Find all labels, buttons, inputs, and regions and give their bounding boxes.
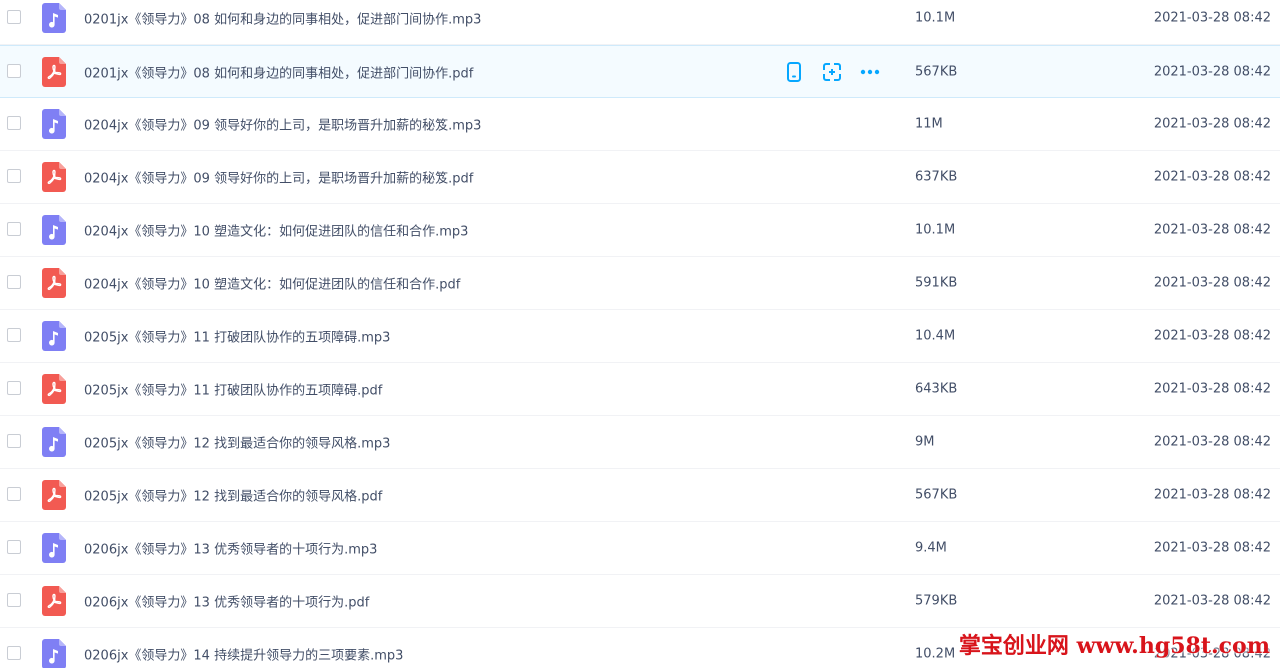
more-icon[interactable] xyxy=(859,61,881,83)
pdf-file-icon xyxy=(42,480,66,510)
row-checkbox[interactable] xyxy=(7,116,21,130)
row-checkbox[interactable] xyxy=(7,275,21,289)
pdf-file-icon xyxy=(42,374,66,404)
file-row[interactable]: 0206jx《领导力》13 优秀领导者的十项行为.mp3 9.4M 2021-03-… xyxy=(0,522,1280,575)
file-name[interactable]: 0204jx《领导力》09 领导好你的上司，是职场晋升加薪的秘笈.mp3 xyxy=(84,115,481,134)
row-checkbox[interactable] xyxy=(7,540,21,554)
file-date: 2021-03-28 08:42 xyxy=(1153,275,1271,291)
file-row[interactable]: 0204jx《领导力》10 塑造文化：如何促进团队的信任和合作.mp3 10.1M… xyxy=(0,204,1280,257)
pdf-file-icon xyxy=(42,268,66,298)
file-name[interactable]: 0201jx《领导力》08 如何和身边的同事相处，促进部门间协作.mp3 xyxy=(84,9,481,28)
file-name[interactable]: 0206jx《领导力》14 持续提升领导力的三项要素.mp3 xyxy=(84,645,403,664)
pdf-file-icon xyxy=(42,586,66,616)
file-row[interactable]: 0205jx《领导力》12 找到最适合你的领导风格.pdf 567KB 2021-0… xyxy=(0,469,1280,522)
file-row[interactable]: 0206jx《领导力》13 优秀领导者的十项行为.pdf 579KB 2021-03… xyxy=(0,575,1280,628)
file-size: 591KB xyxy=(915,275,958,291)
file-size: 10.2M xyxy=(915,646,956,662)
file-row[interactable]: 0205jx《领导力》11 打破团队协作的五项障碍.mp3 10.4M 2021-0… xyxy=(0,310,1280,363)
file-size: 567KB xyxy=(915,64,958,79)
file-row[interactable]: 0204jx《领导力》09 领导好你的上司，是职场晋升加薪的秘笈.mp3 11M 2… xyxy=(0,98,1280,151)
file-date: 2021-03-28 08:42 xyxy=(1153,487,1271,503)
file-date: 2021-03-28 08:42 xyxy=(1153,64,1271,79)
file-size: 9M xyxy=(915,434,935,450)
file-row[interactable]: 0205jx《领导力》11 打破团队协作的五项障碍.pdf 643KB 2021-0… xyxy=(0,363,1280,416)
file-date: 2021-03-28 08:42 xyxy=(1153,222,1271,238)
row-checkbox[interactable] xyxy=(7,328,21,342)
row-checkbox[interactable] xyxy=(7,646,21,660)
mp3-file-icon xyxy=(42,321,66,351)
file-row[interactable]: 0201jx《领导力》08 如何和身边的同事相处，促进部门间协作.pdf 567K… xyxy=(0,45,1280,98)
file-date: 2021-03-28 08:42 xyxy=(1153,169,1271,185)
file-name[interactable]: 0205jx《领导力》12 找到最适合你的领导风格.mp3 xyxy=(84,433,390,452)
mp3-file-icon xyxy=(42,427,66,457)
mp3-file-icon xyxy=(42,639,66,668)
share-link-icon[interactable] xyxy=(821,61,843,83)
mp3-file-icon xyxy=(42,533,66,563)
file-size: 567KB xyxy=(915,487,958,503)
file-name[interactable]: 0206jx《领导力》13 优秀领导者的十项行为.mp3 xyxy=(84,539,377,558)
pdf-file-icon xyxy=(42,162,66,192)
file-row[interactable]: 0205jx《领导力》12 找到最适合你的领导风格.mp3 9M 2021-03-2… xyxy=(0,416,1280,469)
file-name[interactable]: 0204jx《领导力》10 塑造文化：如何促进团队的信任和合作.pdf xyxy=(84,274,460,293)
file-size: 579KB xyxy=(915,593,958,609)
file-size: 10.1M xyxy=(915,222,956,238)
file-name[interactable]: 0205jx《领导力》11 打破团队协作的五项障碍.mp3 xyxy=(84,327,390,346)
row-checkbox[interactable] xyxy=(7,63,21,78)
file-size: 637KB xyxy=(915,169,958,185)
file-size: 643KB xyxy=(915,381,958,397)
file-date: 2021-03-28 08:42 xyxy=(1153,10,1271,26)
file-size: 11M xyxy=(915,116,943,132)
row-checkbox[interactable] xyxy=(7,10,21,24)
file-row[interactable]: 0201jx《领导力》08 如何和身边的同事相处，促进部门间协作.mp3 10.1… xyxy=(0,0,1280,45)
mp3-file-icon xyxy=(42,3,66,33)
row-checkbox[interactable] xyxy=(7,593,21,607)
file-date: 2021-03-28 08:42 xyxy=(1153,434,1271,450)
file-date: 2021-03-28 08:42 xyxy=(1153,381,1271,397)
file-name[interactable]: 0206jx《领导力》13 优秀领导者的十项行为.pdf xyxy=(84,592,369,611)
file-size: 10.4M xyxy=(915,328,956,344)
file-name[interactable]: 0201jx《领导力》08 如何和身边的同事相处，促进部门间协作.pdf xyxy=(84,62,473,81)
file-name[interactable]: 0205jx《领导力》11 打破团队协作的五项障碍.pdf xyxy=(84,380,382,399)
file-date: 2021-03-28 08:42 xyxy=(1153,540,1271,556)
file-date: 2021-03-28 08:42 xyxy=(1153,328,1271,344)
file-size: 9.4M xyxy=(915,540,947,556)
file-date: 2021-03-28 08:42 xyxy=(1153,593,1271,609)
file-name[interactable]: 0205jx《领导力》12 找到最适合你的领导风格.pdf xyxy=(84,486,382,505)
mp3-file-icon xyxy=(42,109,66,139)
row-checkbox[interactable] xyxy=(7,487,21,501)
watermark: 掌宝创业网 www.hg58t.com xyxy=(958,633,1270,659)
file-date: 2021-03-28 08:42 xyxy=(1153,116,1271,132)
row-checkbox[interactable] xyxy=(7,169,21,183)
file-size: 10.1M xyxy=(915,10,956,26)
row-checkbox[interactable] xyxy=(7,222,21,236)
file-row[interactable]: 0204jx《领导力》09 领导好你的上司，是职场晋升加薪的秘笈.pdf 637K… xyxy=(0,151,1280,204)
file-name[interactable]: 0204jx《领导力》10 塑造文化：如何促进团队的信任和合作.mp3 xyxy=(84,221,468,240)
row-checkbox[interactable] xyxy=(7,434,21,448)
phone-icon[interactable] xyxy=(783,61,805,83)
mp3-file-icon xyxy=(42,215,66,245)
file-row[interactable]: 0204jx《领导力》10 塑造文化：如何促进团队的信任和合作.pdf 591KB… xyxy=(0,257,1280,310)
row-checkbox[interactable] xyxy=(7,381,21,395)
file-list: 0201jx《领导力》08 如何和身边的同事相处，促进部门间协作.mp3 10.1… xyxy=(0,0,1280,668)
file-name[interactable]: 0204jx《领导力》09 领导好你的上司，是职场晋升加薪的秘笈.pdf xyxy=(84,168,473,187)
pdf-file-icon xyxy=(42,56,66,87)
